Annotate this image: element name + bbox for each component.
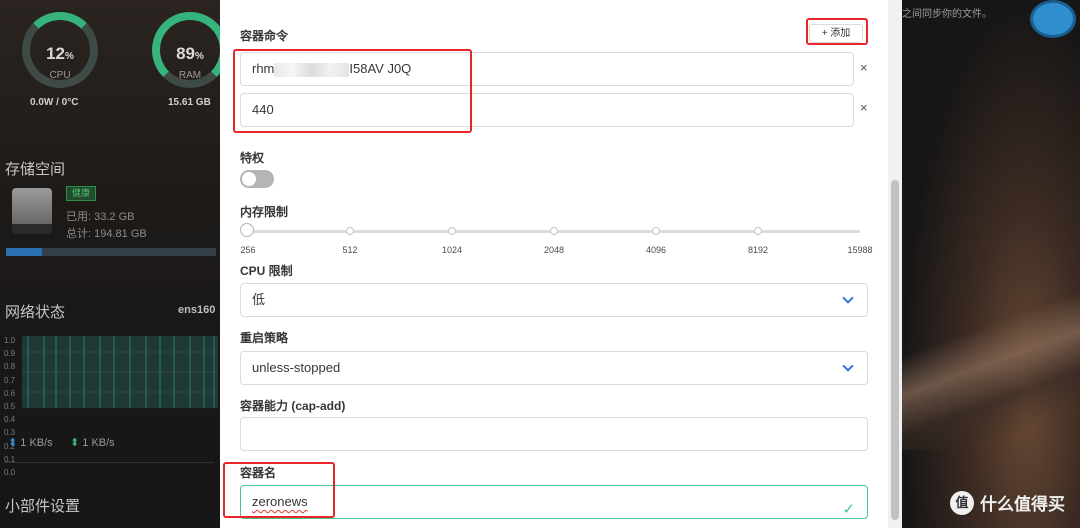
cpu-gauge-sub: 0.0W / 0°C — [30, 97, 79, 108]
command-label: 容器命令 — [240, 29, 289, 43]
storage-usage-bar — [6, 248, 216, 256]
annotation-box-add — [806, 18, 868, 45]
sync-hint-text: 之间同步你的文件。 — [902, 9, 992, 20]
restart-policy-value: unless-stopped — [252, 360, 341, 375]
check-icon: ✓ — [842, 501, 855, 518]
memory-tick: 256 — [240, 245, 256, 255]
storage-total: 总计: 194.81 GB — [66, 228, 147, 240]
annotation-box-name — [223, 462, 335, 518]
hard-disk-icon — [12, 188, 52, 234]
network-chart-tick: 0.0 — [4, 468, 16, 478]
cpu-limit-select[interactable]: 低 — [240, 283, 868, 317]
network-interface: ens160 — [178, 304, 216, 316]
memory-tick: 15988 — [847, 245, 873, 255]
storage-usage-fill — [6, 248, 42, 256]
slider-step-dot — [550, 227, 558, 235]
annotation-box-command — [233, 49, 472, 133]
privileged-label: 特权 — [240, 151, 265, 165]
storage-used: 已用: 33.2 GB — [66, 211, 135, 223]
storage-health-badge: 健康 — [66, 186, 96, 201]
memory-tick: 1024 — [441, 245, 463, 255]
slider-step-dot — [754, 227, 762, 235]
network-globe-icon[interactable] — [1030, 0, 1076, 38]
restart-policy-select[interactable]: unless-stopped — [240, 351, 868, 385]
cpu-limit-label: CPU 限制 — [240, 264, 293, 278]
restart-policy-label: 重启策略 — [240, 331, 289, 345]
storage-title: 存储空间 — [5, 161, 66, 178]
toggle-knob — [242, 172, 256, 186]
slider-step-dot — [652, 227, 660, 235]
dashboard-background-right — [902, 0, 1080, 528]
ram-gauge: 89% RAM — [152, 12, 228, 88]
remove-command-1-icon[interactable]: × — [860, 60, 868, 75]
memory-tick: 8192 — [747, 245, 769, 255]
cap-add-input[interactable] — [240, 417, 868, 451]
cpu-gauge-value: 12% — [46, 44, 74, 63]
memory-tick: 2048 — [543, 245, 565, 255]
divider — [4, 462, 214, 463]
privileged-toggle[interactable] — [240, 170, 274, 188]
network-chart-tick: 0.4 — [4, 415, 16, 425]
memory-limit-label: 内存限制 — [240, 205, 289, 219]
network-upload: ⬍ 1 KB/s — [8, 437, 53, 449]
widgets-settings-title: 小部件设置 — [5, 498, 81, 515]
network-chart — [22, 336, 218, 408]
network-download: ⬍ 1 KB/s — [70, 437, 115, 449]
cpu-gauge-label: CPU — [49, 70, 71, 81]
cpu-gauge: 12% CPU — [22, 12, 98, 88]
scrollbar-thumb[interactable] — [891, 180, 899, 520]
slider-step-dot — [346, 227, 354, 235]
chevron-down-icon — [842, 292, 854, 304]
cpu-limit-value: 低 — [252, 292, 266, 307]
network-title: 网络状态 — [5, 304, 66, 321]
watermark-logo: 值 什么值得买 — [950, 490, 1065, 515]
memory-tick: 4096 — [645, 245, 667, 255]
chevron-down-icon — [842, 360, 854, 372]
ram-gauge-value: 89% — [176, 44, 204, 63]
memory-tick: 512 — [342, 245, 358, 255]
cap-add-label: 容器能力 (cap-add) — [240, 399, 346, 413]
watermark-icon: 值 — [950, 490, 974, 515]
slider-step-dot — [448, 227, 456, 235]
remove-command-2-icon[interactable]: × — [860, 100, 868, 115]
network-chart-tick: 0.1 — [4, 454, 16, 464]
ram-gauge-label: RAM — [178, 70, 202, 81]
watermark-text: 什么值得买 — [980, 495, 1065, 514]
memory-slider-handle[interactable] — [240, 223, 254, 237]
dashboard-background-left: 12% CPU 0.0W / 0°C 89% RAM 15.61 GB 存储空间… — [0, 0, 228, 528]
modal-scrollbar[interactable] — [888, 0, 902, 528]
ram-gauge-sub: 15.61 GB — [168, 97, 211, 108]
wallpaper-mountain — [902, 250, 1080, 450]
